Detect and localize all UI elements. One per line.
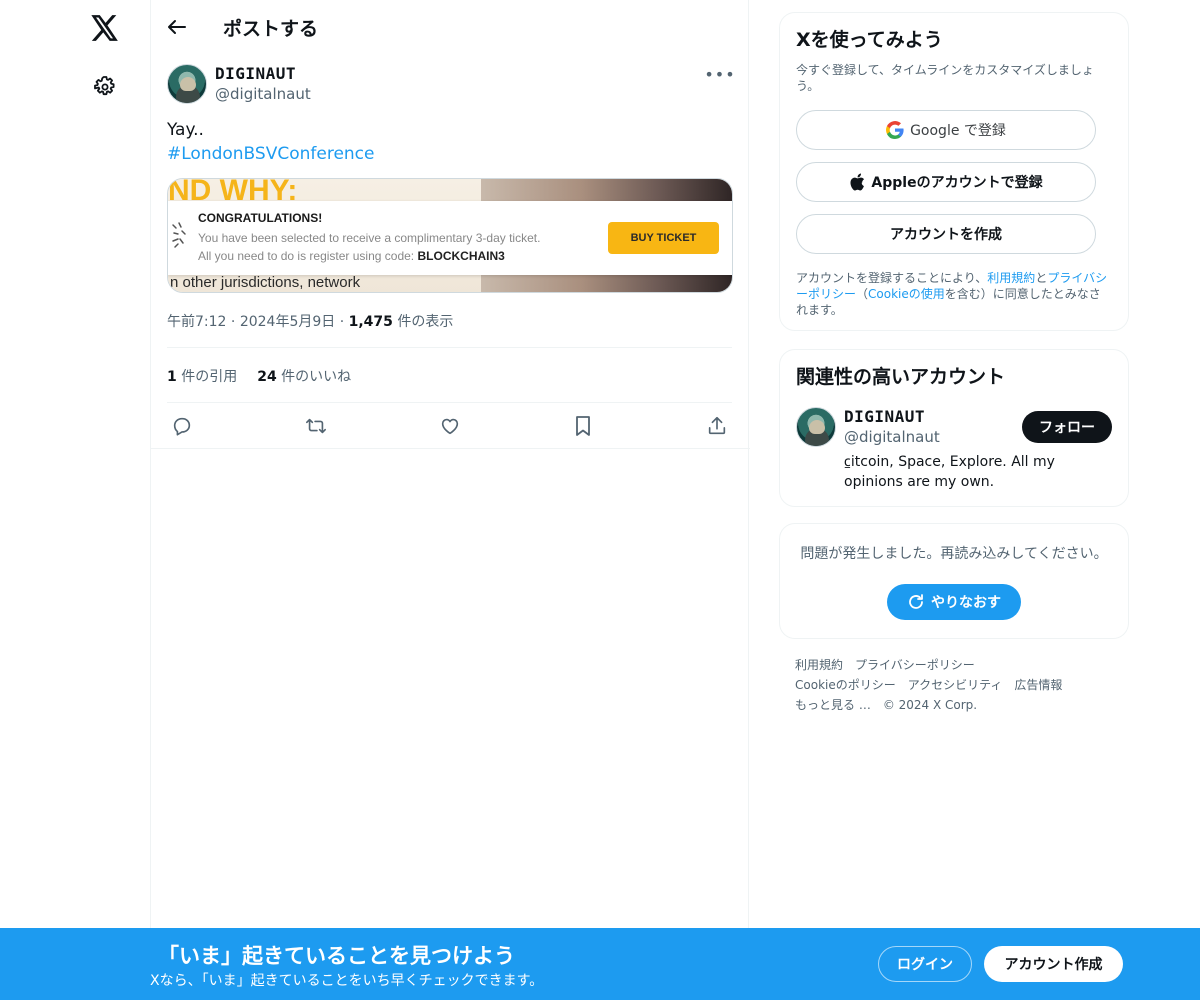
retry-label: やりなおす [931,595,1001,611]
signup-card: Xを使ってみよう 今すぐ登録して、タイムラインをカスタマイズしましょう。 Goo… [779,12,1129,331]
terms-prefix: アカウントを登録することにより、 [796,271,988,285]
reply-icon[interactable] [171,415,193,437]
related-accounts-card: 関連性の高いアカウント DIGINAUT @digitalnaut ⃀itcoi… [779,349,1129,507]
post-media-image[interactable]: ND WHY: n other jurisdictions, network C… [167,178,733,293]
banner-code: BLOCKCHAIN3 [417,249,505,263]
retry-button[interactable]: やりなおす [887,584,1021,620]
views-count: 1,475 [348,314,393,330]
avatar[interactable] [796,407,836,447]
hashtag-link[interactable]: #LondonBSVConference [167,142,732,166]
media-banner: CONGRATULATIONS! You have been selected … [168,201,732,275]
footer-link[interactable]: プライバシーポリシー [855,658,975,672]
bookmark-icon[interactable] [572,415,594,437]
author-names: DIGINAUT @digitalnaut [215,64,311,103]
post-meta: 午前7:12 · 2024年5月9日 · 1,475 件の表示 [167,311,732,348]
post: DIGINAUT @digitalnaut ••• Yay.. #LondonB… [151,54,748,449]
refresh-icon [907,593,925,611]
repost-icon[interactable] [305,415,327,437]
share-icon[interactable] [706,415,728,437]
follow-button[interactable]: フォロー [1022,411,1112,443]
buy-ticket-button: BUY TICKET [608,222,719,254]
likes-label: 件のいいね [281,369,352,385]
footer-more-link[interactable]: もっと見る … [795,698,871,712]
google-signup-button[interactable]: Google で登録 [796,110,1096,150]
post-text-line: Yay.. [167,120,204,140]
post-actions [167,403,732,449]
meta-separator: · [339,314,345,330]
x-logo-icon[interactable] [89,12,121,44]
post-date[interactable]: 2024年5月9日 [240,314,335,330]
main-column: ポストする DIGINAUT @digitalnaut ••• Yay.. #L… [150,0,750,1000]
login-button[interactable]: ログイン [878,946,972,982]
author-handle[interactable]: @digitalnaut [215,85,311,103]
likes-stat[interactable]: 24 件のいいね [257,366,351,386]
footer-link[interactable]: 広告情報 [1014,678,1062,692]
cookie-link[interactable]: Cookieの使用 [868,287,945,301]
media-bg-headline: ND WHY: [168,179,298,203]
post-author: DIGINAUT @digitalnaut ••• [167,64,735,104]
footer-link[interactable]: アクセシビリティ [908,678,1003,692]
footer-link[interactable]: Cookieのポリシー [795,678,896,692]
bottom-bar-subtitle: Xなら、「いま」起きていることをいち早くチェックできます。 [150,973,544,989]
error-card: 問題が発生しました。再読み込みしてください。 やりなおす [779,523,1129,639]
media-bg-text: n other jurisdictions, network [170,274,361,291]
footer: 利用規約 プライバシーポリシー Cookieのポリシー アクセシビリティ 広告情報 も… [779,655,1129,715]
create-account-button[interactable]: アカウントを作成 [796,214,1096,254]
page-title: ポストする [223,17,319,40]
avatar[interactable] [167,64,207,104]
post-text: Yay.. #LondonBSVConference [167,118,732,166]
page-header: ポストする [151,0,748,54]
post-stats: 1 件の引用 24 件のいいね [167,348,732,403]
apple-signup-button[interactable]: Appleのアカウントで登録 [796,162,1096,202]
views-label: 件の表示 [397,314,454,330]
google-icon [886,121,904,139]
quotes-stat[interactable]: 1 件の引用 [167,366,237,386]
meta-separator: · [230,314,236,330]
signup-title: Xを使ってみよう [796,29,943,51]
related-account[interactable]: DIGINAUT @digitalnaut ⃀itcoin, Space, Ex… [796,407,1112,494]
signup-button[interactable]: アカウント作成 [984,946,1123,982]
terms-text: アカウントを登録することにより、利用規約とプライバシーポリシー（Cookieの使… [796,270,1112,318]
google-signup-label: Google で登録 [910,123,1006,139]
terms-and: と [1035,271,1048,285]
right-sidebar: Xを使ってみよう 今すぐ登録して、タイムラインをカスタマイズしましょう。 Goo… [779,12,1129,715]
quotes-count: 1 [167,369,177,385]
bottom-signup-bar: 「いま」起きていることを見つけよう Xなら、「いま」起きていることをいち早くチェ… [0,928,1200,1000]
gear-icon[interactable] [92,74,118,100]
signup-subtitle: 今すぐ登録して、タイムラインをカスタマイズしましょう。 [796,63,1094,93]
banner-line1: You have been selected to receive a comp… [198,231,541,245]
like-icon[interactable] [439,415,461,437]
related-title: 関連性の高いアカウント [796,366,1006,388]
arrow-left-icon[interactable] [151,0,203,54]
author-display-name[interactable]: DIGINAUT [215,64,311,83]
terms-paren: （ [856,287,869,301]
banner-title: CONGRATULATIONS! [198,211,323,225]
apple-signup-label: Appleのアカウントで登録 [871,175,1043,191]
copyright: © 2024 X Corp. [882,698,978,712]
banner-line2-prefix: All you need to do is register using cod… [198,249,415,263]
terms-link[interactable]: 利用規約 [987,271,1035,285]
post-time[interactable]: 午前7:12 [167,314,226,330]
left-nav [0,0,150,1000]
divider [151,448,750,449]
more-options-icon[interactable]: ••• [704,64,734,84]
confetti-icon [170,221,188,251]
apple-icon [849,173,865,191]
quotes-label: 件の引用 [181,369,238,385]
related-bio: ⃀itcoin, Space, Explore. All my opinions… [844,454,1055,490]
error-message: 問題が発生しました。再読み込みしてください。 [800,546,1108,562]
likes-count: 24 [257,369,277,385]
banner-line2: All you need to do is register using cod… [198,249,505,263]
footer-link[interactable]: 利用規約 [795,658,843,672]
bottom-bar-title: 「いま」起きていることを見つけよう [158,944,515,968]
